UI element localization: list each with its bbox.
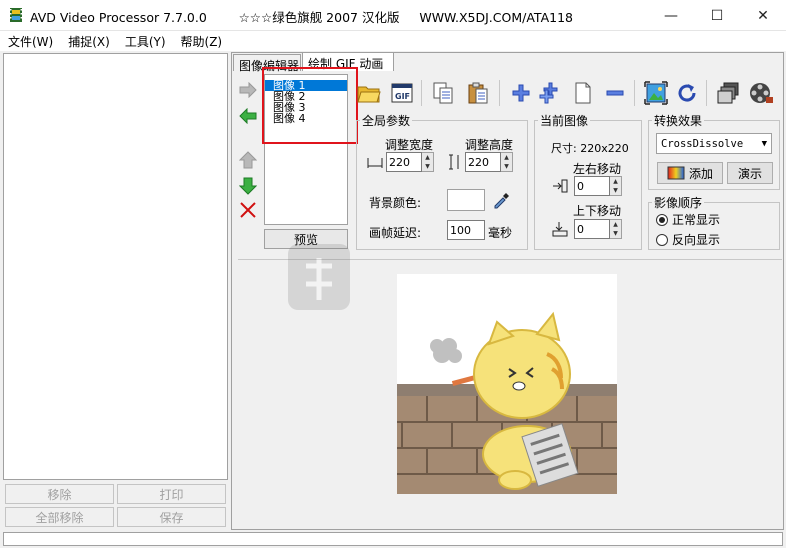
open-folder-icon[interactable] <box>356 80 382 106</box>
v-move-stepper[interactable]: ▲▼ <box>574 219 622 239</box>
v-move-icon <box>551 220 569 241</box>
h-move-icon <box>551 178 569 197</box>
delay-input[interactable] <box>447 220 485 240</box>
gradient-swatch-icon <box>667 166 685 180</box>
close-icon: ✕ <box>757 7 769 24</box>
menu-bar: 文件(W) 捕捉(X) 工具(Y) 帮助(Z) <box>0 31 786 51</box>
transition-select[interactable]: CrossDissolve ▼ <box>656 133 772 154</box>
h-move-label: 左右移动 <box>573 162 622 176</box>
order-title: 影像顺序 <box>654 196 703 210</box>
status-bar <box>3 532 783 546</box>
gif-icon[interactable]: GIF <box>389 80 415 106</box>
file-list[interactable] <box>3 53 228 480</box>
width-input[interactable] <box>386 152 422 172</box>
close-button[interactable]: ✕ <box>740 0 786 31</box>
add-multiple-icon[interactable] <box>538 80 564 106</box>
v-move-label: 上下移动 <box>573 204 622 218</box>
minimize-button[interactable]: — <box>648 0 694 31</box>
stepper-up-icon[interactable]: ▲ <box>610 177 621 186</box>
height-stepper[interactable]: ▲▼ <box>465 152 513 172</box>
menu-help[interactable]: 帮助(Z) <box>173 31 230 51</box>
stepper-up-icon[interactable]: ▲ <box>422 153 433 162</box>
arrow-left-icon[interactable] <box>239 107 257 127</box>
add-button-label: 添加 <box>688 166 713 181</box>
radio-dot[interactable] <box>656 213 668 226</box>
arrow-down-icon[interactable] <box>238 177 258 198</box>
stepper-down-icon[interactable]: ▼ <box>501 162 512 171</box>
minimize-icon: — <box>664 7 678 24</box>
remove-minus-icon[interactable] <box>602 80 628 106</box>
paste-icon[interactable] <box>465 80 491 106</box>
global-params-title: 全局参数 <box>362 114 411 128</box>
radio-reverse-label: 反向显示 <box>672 233 721 247</box>
rotate-icon[interactable] <box>674 80 700 106</box>
remove-button[interactable]: 移除 <box>5 484 114 504</box>
transition-title: 转换效果 <box>654 114 703 128</box>
app-film-icon <box>8 7 24 23</box>
height-input[interactable] <box>465 152 501 172</box>
toolbar-separator <box>421 80 422 106</box>
radio-dot[interactable] <box>656 233 668 246</box>
width-resize-icon <box>366 154 384 173</box>
film-reel-icon[interactable] <box>748 80 774 106</box>
menu-file[interactable]: 文件(W) <box>0 31 60 51</box>
toolbar-separator <box>706 80 707 106</box>
copy-icon[interactable] <box>430 80 456 106</box>
radio-normal[interactable]: 正常显示 <box>656 211 720 228</box>
h-move-input[interactable] <box>574 176 610 196</box>
watermark-logo <box>286 238 506 318</box>
fit-image-icon[interactable] <box>643 80 669 106</box>
height-resize-icon <box>446 153 462 174</box>
chevron-down-icon: ▼ <box>761 138 767 149</box>
bg-color-swatch[interactable] <box>447 189 485 211</box>
remove-all-button[interactable]: 全部移除 <box>5 507 114 527</box>
toolbar-separator <box>499 80 500 106</box>
annotation-highlight-box <box>262 67 358 144</box>
stepper-down-icon[interactable]: ▼ <box>610 186 621 195</box>
radio-normal-label: 正常显示 <box>672 213 721 227</box>
stepper-up-icon[interactable]: ▲ <box>501 153 512 162</box>
current-image-title: 当前图像 <box>540 114 589 128</box>
bg-color-label: 背景颜色: <box>369 196 422 210</box>
width-stepper[interactable]: ▲▼ <box>386 152 434 172</box>
print-button[interactable]: 打印 <box>117 484 226 504</box>
add-transition-button[interactable]: 添加 <box>657 162 723 184</box>
transition-selected-value: CrossDissolve <box>661 137 744 150</box>
new-page-icon[interactable] <box>570 80 596 106</box>
h-move-stepper[interactable]: ▲▼ <box>574 176 622 196</box>
demo-button[interactable]: 演示 <box>727 162 773 184</box>
delete-x-icon[interactable] <box>240 202 256 221</box>
stepper-down-icon[interactable]: ▼ <box>610 229 621 238</box>
stepper-up-icon[interactable]: ▲ <box>610 220 621 229</box>
layers-icon[interactable] <box>715 80 741 106</box>
save-button[interactable]: 保存 <box>117 507 226 527</box>
maximize-button[interactable]: ☐ <box>694 0 740 31</box>
arrow-right-icon[interactable] <box>239 81 257 101</box>
stepper-down-icon[interactable]: ▼ <box>422 162 433 171</box>
arrow-up-icon[interactable] <box>238 151 258 172</box>
menu-capture[interactable]: 捕捉(X) <box>60 31 117 51</box>
toolbar-separator <box>634 80 635 106</box>
height-label: 调整高度 <box>465 138 514 152</box>
window-title: AVD Video Processor 7.7.0.0 ☆☆☆绿色旗舰 2007… <box>30 10 573 25</box>
maximize-icon: ☐ <box>710 7 724 24</box>
size-readout: 尺寸: 220x220 <box>551 142 629 155</box>
radio-reverse[interactable]: 反向显示 <box>656 231 720 248</box>
svg-text:GIF: GIF <box>395 92 410 101</box>
width-label: 调整宽度 <box>385 138 434 152</box>
eyedropper-icon[interactable] <box>492 191 510 212</box>
menu-tools[interactable]: 工具(Y) <box>117 31 173 51</box>
v-move-input[interactable] <box>574 219 610 239</box>
add-plus-icon[interactable] <box>508 80 534 106</box>
